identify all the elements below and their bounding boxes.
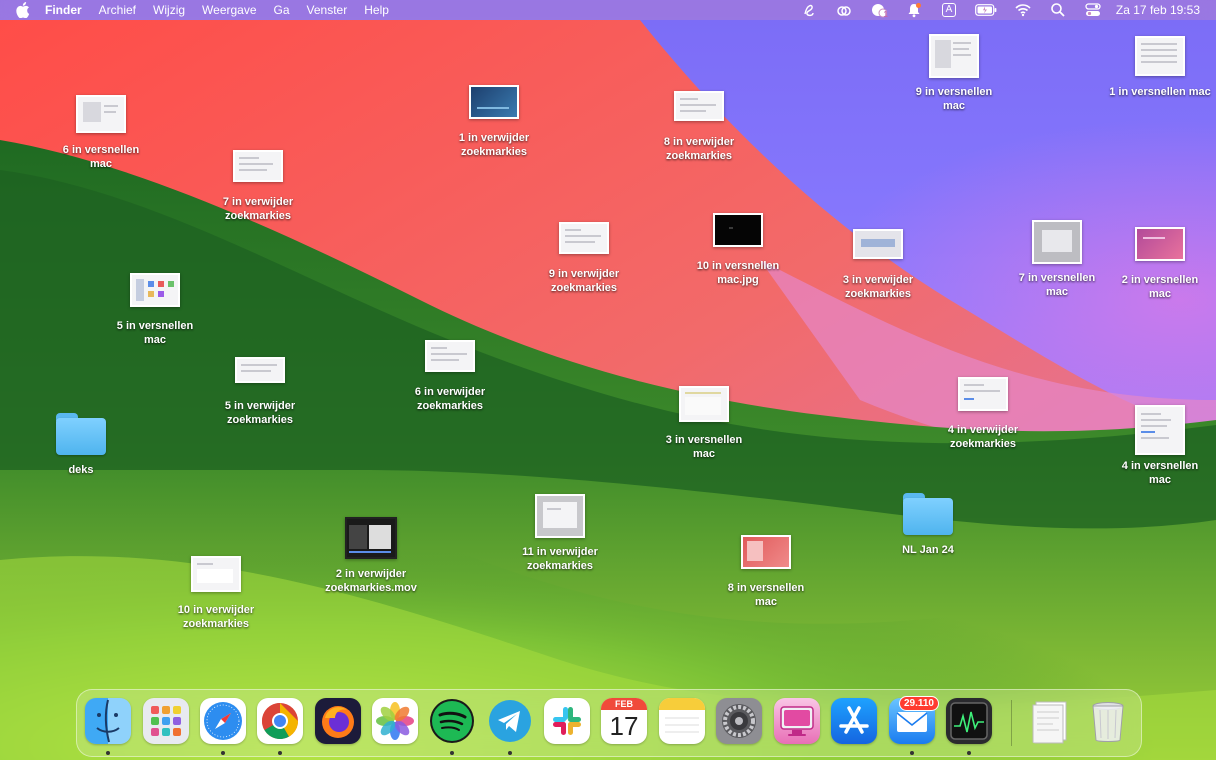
desktop-file[interactable]: 9 in verwijder zoekmarkies	[524, 212, 644, 295]
file-name: 5 in verwijder zoekmarkies	[224, 400, 296, 426]
desktop-file[interactable]: 7 in verwijder zoekmarkies	[198, 140, 318, 223]
calendar-icon[interactable]: FEB 17	[601, 698, 647, 744]
notes-icon[interactable]	[659, 698, 705, 744]
file-name: 1 in verwijder zoekmarkies	[458, 132, 530, 158]
activity-monitor-icon[interactable]	[946, 698, 992, 744]
spotlight-icon[interactable]	[1049, 2, 1067, 18]
file-name: 2 in verwijder zoekmarkies.mov	[325, 568, 417, 594]
file-name: 6 in verwijder zoekmarkies	[414, 386, 486, 412]
desktop-file[interactable]: 4 in versnellen mac	[1100, 404, 1216, 487]
desktop-file[interactable]: 1 in verwijder zoekmarkies	[434, 76, 554, 159]
apple-menu-icon[interactable]	[15, 2, 31, 18]
file-name: 4 in versnellen mac	[1121, 460, 1199, 486]
menu-help[interactable]: Help	[364, 3, 389, 17]
menu-ga[interactable]: Ga	[274, 3, 290, 17]
menu-bar: Finder Archief Wijzig Weergave Ga Venste…	[0, 0, 1216, 20]
running-indicator	[106, 751, 110, 755]
file-name: 1 in versnellen mac	[1109, 86, 1211, 98]
file-name: 9 in versnellen mac	[915, 86, 993, 112]
file-name: 5 in versnellen mac	[116, 320, 194, 346]
folder-name: deks	[68, 464, 94, 476]
desktop-file[interactable]: 2 in verwijder zoekmarkies.mov	[311, 512, 431, 595]
running-indicator	[278, 751, 282, 755]
desktop-file[interactable]: 3 in verwijder zoekmarkies	[818, 218, 938, 301]
desktop-file[interactable]: 10 in versnellen mac.jpg	[678, 204, 798, 287]
running-indicator	[967, 751, 971, 755]
spotify-icon[interactable]	[429, 698, 475, 744]
desktop-folder[interactable]: NL Jan 24	[868, 488, 988, 558]
running-indicator	[221, 751, 225, 755]
running-indicator	[910, 751, 914, 755]
desktop-file[interactable]: 4 in verwijder zoekmarkies	[923, 368, 1043, 451]
file-name: 4 in verwijder zoekmarkies	[947, 424, 1019, 450]
script-icon[interactable]	[800, 2, 818, 18]
menu-wijzig[interactable]: Wijzig	[153, 3, 185, 17]
file-name: 8 in versnellen mac	[727, 582, 805, 608]
desktop-file[interactable]: 5 in versnellen mac	[95, 264, 215, 347]
file-name: 6 in versnellen mac	[62, 144, 140, 170]
chrome-icon[interactable]	[257, 698, 303, 744]
menu-venster[interactable]: Venster	[307, 3, 348, 17]
battery-icon[interactable]	[975, 2, 997, 18]
file-name: 7 in verwijder zoekmarkies	[222, 196, 294, 222]
desktop-folder[interactable]: deks	[21, 408, 141, 478]
slack-icon[interactable]	[544, 698, 590, 744]
running-indicator	[450, 751, 454, 755]
menu-app-name[interactable]: Finder	[45, 3, 82, 17]
dock-separator	[1011, 700, 1012, 746]
finder-icon[interactable]	[85, 698, 131, 744]
mail-icon[interactable]: 29.110	[889, 696, 939, 744]
input-source-icon[interactable]: A	[940, 2, 958, 18]
photos-icon[interactable]	[372, 698, 418, 744]
dock: FEB 17 29.110	[76, 689, 1142, 757]
desktop-file[interactable]: 6 in versnellen mac	[41, 88, 161, 171]
desktop-file[interactable]: 5 in verwijder zoekmarkies	[200, 344, 320, 427]
folder-icon	[903, 493, 953, 535]
wifi-icon[interactable]	[1014, 2, 1032, 18]
file-name: 2 in versnellen mac	[1121, 274, 1199, 300]
folder-icon	[56, 413, 106, 455]
control-center-icon[interactable]	[1084, 2, 1102, 18]
desktop-file[interactable]: 3 in versnellen mac	[644, 378, 764, 461]
desktop-file[interactable]: 2 in versnellen mac	[1100, 218, 1216, 301]
bell-icon[interactable]	[905, 2, 923, 18]
cleanmymac-icon[interactable]	[774, 698, 820, 744]
file-name: 11 in verwijder zoekmarkies	[522, 546, 598, 572]
file-name: 7 in versnellen mac	[1018, 272, 1096, 298]
menu-archief[interactable]: Archief	[99, 3, 136, 17]
notification-count: 1	[883, 10, 888, 19]
launchpad-icon[interactable]	[143, 698, 189, 744]
file-name: 10 in versnellen mac.jpg	[696, 260, 780, 286]
input-source-letter: A	[941, 3, 957, 17]
mail-badge: 29.110	[898, 696, 939, 711]
calendar-month: FEB	[601, 698, 647, 710]
file-name: 10 in verwijder zoekmarkies	[177, 604, 255, 630]
desktop-file[interactable]: 7 in versnellen mac	[997, 216, 1117, 299]
trash-icon[interactable]	[1085, 698, 1131, 744]
file-name: 9 in verwijder zoekmarkies	[548, 268, 620, 294]
desktop-file[interactable]: 6 in verwijder zoekmarkies	[390, 330, 510, 413]
telegram-icon[interactable]	[487, 698, 533, 744]
desktop-file[interactable]: 9 in versnellen mac	[894, 30, 1014, 113]
desktop-file[interactable]: 1 in versnellen mac	[1100, 30, 1216, 100]
desktop-file[interactable]: 10 in verwijder zoekmarkies	[156, 548, 276, 631]
app-store-icon[interactable]	[831, 698, 877, 744]
system-settings-icon[interactable]	[716, 698, 762, 744]
downloads-stack-icon[interactable]	[1027, 698, 1073, 744]
file-name: 3 in versnellen mac	[665, 434, 743, 460]
file-name: 3 in verwijder zoekmarkies	[842, 274, 914, 300]
desktop-file[interactable]: 11 in verwijder zoekmarkies	[500, 490, 620, 573]
safari-icon[interactable]	[200, 698, 246, 744]
desktop-file[interactable]: 8 in versnellen mac	[706, 526, 826, 609]
folder-name: NL Jan 24	[902, 544, 954, 556]
running-indicator	[508, 751, 512, 755]
desktop-file[interactable]: 8 in verwijder zoekmarkies	[639, 80, 759, 163]
notification-center-icon[interactable]: 1	[870, 2, 888, 19]
calendar-day: 17	[609, 711, 639, 741]
menu-weergave[interactable]: Weergave	[202, 3, 256, 17]
creative-cloud-icon[interactable]	[835, 2, 853, 18]
firefox-icon[interactable]	[315, 698, 361, 744]
file-name: 8 in verwijder zoekmarkies	[663, 136, 735, 162]
menu-bar-clock[interactable]: Za 17 feb 19:53	[1116, 3, 1200, 17]
